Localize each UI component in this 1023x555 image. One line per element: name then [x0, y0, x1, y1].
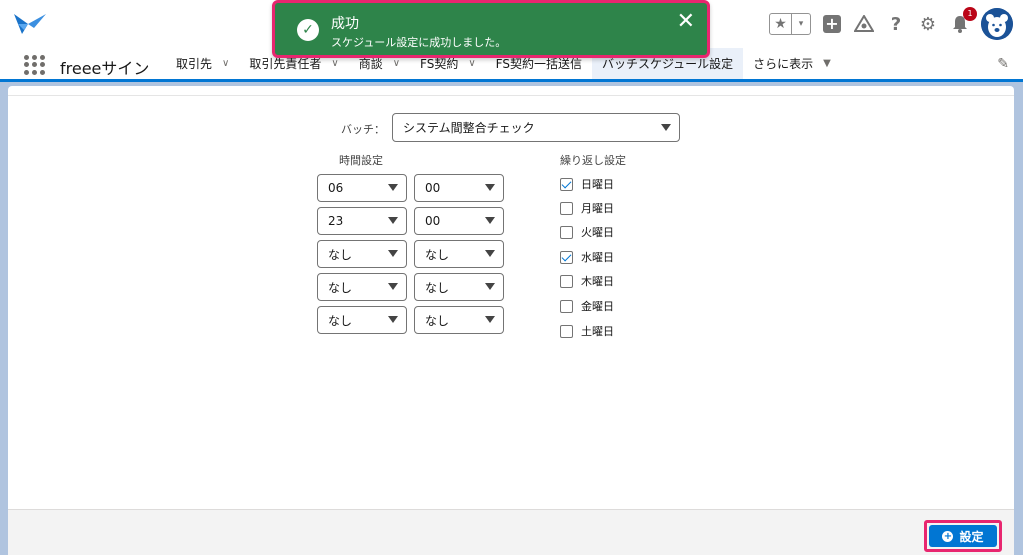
- dropdown-arrow-icon: [485, 184, 495, 191]
- dropdown-arrow-icon: [661, 123, 671, 131]
- notifications-button[interactable]: 1: [949, 7, 977, 35]
- day-wednesday[interactable]: 水曜日: [560, 249, 614, 265]
- favorites-dropdown-icon[interactable]: ▾: [792, 19, 810, 29]
- minute-value: 00: [425, 181, 441, 195]
- checkbox-tuesday[interactable]: [560, 225, 573, 239]
- toast-message: スケジュール設定に成功しました。: [331, 36, 507, 49]
- hour-select-2[interactable]: 23: [317, 207, 407, 235]
- time-settings-label: 時間設定: [339, 154, 383, 167]
- dropdown-arrow-icon: [388, 217, 398, 224]
- checkbox-saturday[interactable]: [560, 324, 573, 338]
- day-label: 日曜日: [581, 178, 614, 191]
- day-label: 火曜日: [581, 226, 614, 239]
- repeat-settings-label: 繰り返し設定: [560, 154, 626, 167]
- header-icons: ★ ▾ + ? ⚙ 1: [769, 7, 1013, 40]
- hour-select-3[interactable]: なし: [317, 240, 407, 268]
- chevron-down-icon[interactable]: ∨: [393, 58, 400, 69]
- hour-select-4[interactable]: なし: [317, 273, 407, 301]
- toast-title: 成功: [331, 16, 359, 32]
- trailhead-shape: [854, 15, 874, 32]
- divider: [8, 95, 1014, 96]
- freee-logo-icon[interactable]: [12, 10, 48, 38]
- checkbox-friday[interactable]: [560, 299, 573, 313]
- batch-schedule-card: バッチ： システム間整合チェック 時間設定 繰り返し設定 06 00 23 00…: [8, 86, 1014, 555]
- tab-label: さらに表示: [753, 57, 814, 71]
- checkbox-sunday[interactable]: [560, 177, 573, 191]
- day-friday[interactable]: 金曜日: [560, 298, 614, 314]
- dropdown-arrow-icon: [485, 250, 495, 257]
- plus-icon: +: [823, 15, 841, 33]
- checkbox-monday[interactable]: [560, 201, 573, 215]
- day-label: 土曜日: [581, 325, 614, 338]
- edit-nav-icon[interactable]: ✎: [997, 56, 1009, 72]
- set-button-highlight: + 設定: [924, 520, 1002, 552]
- day-tuesday[interactable]: 火曜日: [560, 224, 614, 240]
- plus-circle-icon: +: [942, 530, 954, 542]
- dropdown-arrow-icon: [485, 283, 495, 290]
- batch-select-value: システム間整合チェック: [403, 121, 535, 135]
- user-bear-icon: [981, 8, 1013, 40]
- tab-more[interactable]: さらに表示 ▼: [743, 48, 841, 79]
- app-launcher-icon[interactable]: [24, 55, 45, 75]
- minute-select-1[interactable]: 00: [414, 174, 504, 202]
- minute-value: なし: [425, 247, 450, 262]
- day-thursday[interactable]: 木曜日: [560, 273, 614, 289]
- hour-value: 06: [328, 181, 344, 195]
- chevron-down-icon[interactable]: ∨: [331, 58, 338, 69]
- hour-value: なし: [328, 280, 353, 295]
- hour-value: なし: [328, 313, 353, 328]
- hour-value: なし: [328, 247, 353, 262]
- minute-select-2[interactable]: 00: [414, 207, 504, 235]
- day-saturday[interactable]: 土曜日: [560, 323, 614, 339]
- help-icon[interactable]: ?: [885, 13, 907, 35]
- chevron-down-icon[interactable]: ∨: [222, 58, 229, 69]
- star-icon[interactable]: ★: [770, 14, 792, 34]
- minute-select-3[interactable]: なし: [414, 240, 504, 268]
- dropdown-arrow-icon: [388, 184, 398, 191]
- minute-select-5[interactable]: なし: [414, 306, 504, 334]
- tab-label: 取引先: [176, 57, 213, 71]
- minute-value: なし: [425, 280, 450, 295]
- success-check-icon: ✓: [297, 19, 319, 41]
- batch-label: バッチ：: [341, 123, 385, 136]
- day-label: 水曜日: [581, 251, 614, 264]
- global-actions-button[interactable]: +: [821, 13, 843, 35]
- trailhead-icon[interactable]: [853, 13, 875, 35]
- minute-value: なし: [425, 313, 450, 328]
- dropdown-arrow-icon: [485, 316, 495, 323]
- chevron-down-icon[interactable]: ∨: [468, 58, 475, 69]
- hour-select-1[interactable]: 06: [317, 174, 407, 202]
- set-button-label: 設定: [959, 529, 984, 544]
- batch-select[interactable]: システム間整合チェック: [392, 113, 680, 142]
- hour-value: 23: [328, 214, 344, 228]
- dropdown-arrow-icon: [388, 316, 398, 323]
- day-sunday[interactable]: 日曜日: [560, 176, 614, 192]
- card-footer: + 設定: [8, 509, 1014, 555]
- notification-badge: 1: [963, 7, 977, 21]
- day-label: 金曜日: [581, 300, 614, 313]
- hour-select-5[interactable]: なし: [317, 306, 407, 334]
- caret-down-icon: ▼: [823, 58, 831, 69]
- minute-select-4[interactable]: なし: [414, 273, 504, 301]
- favorites-group: ★ ▾: [769, 13, 811, 35]
- day-label: 月曜日: [581, 202, 614, 215]
- day-label: 木曜日: [581, 275, 614, 288]
- gear-icon[interactable]: ⚙: [917, 13, 939, 35]
- close-icon[interactable]: ✕: [677, 11, 695, 33]
- app-name: freeeサイン: [60, 59, 150, 78]
- success-toast: ✓ 成功 スケジュール設定に成功しました。 ✕: [272, 0, 710, 58]
- tab-accounts[interactable]: 取引先 ∨: [166, 48, 239, 79]
- avatar[interactable]: [981, 8, 1013, 40]
- dropdown-arrow-icon: [388, 283, 398, 290]
- checkbox-thursday[interactable]: [560, 274, 573, 288]
- dropdown-arrow-icon: [388, 250, 398, 257]
- dropdown-arrow-icon: [485, 217, 495, 224]
- checkbox-wednesday[interactable]: [560, 250, 573, 264]
- minute-value: 00: [425, 214, 441, 228]
- day-monday[interactable]: 月曜日: [560, 200, 614, 216]
- set-button[interactable]: + 設定: [929, 525, 997, 547]
